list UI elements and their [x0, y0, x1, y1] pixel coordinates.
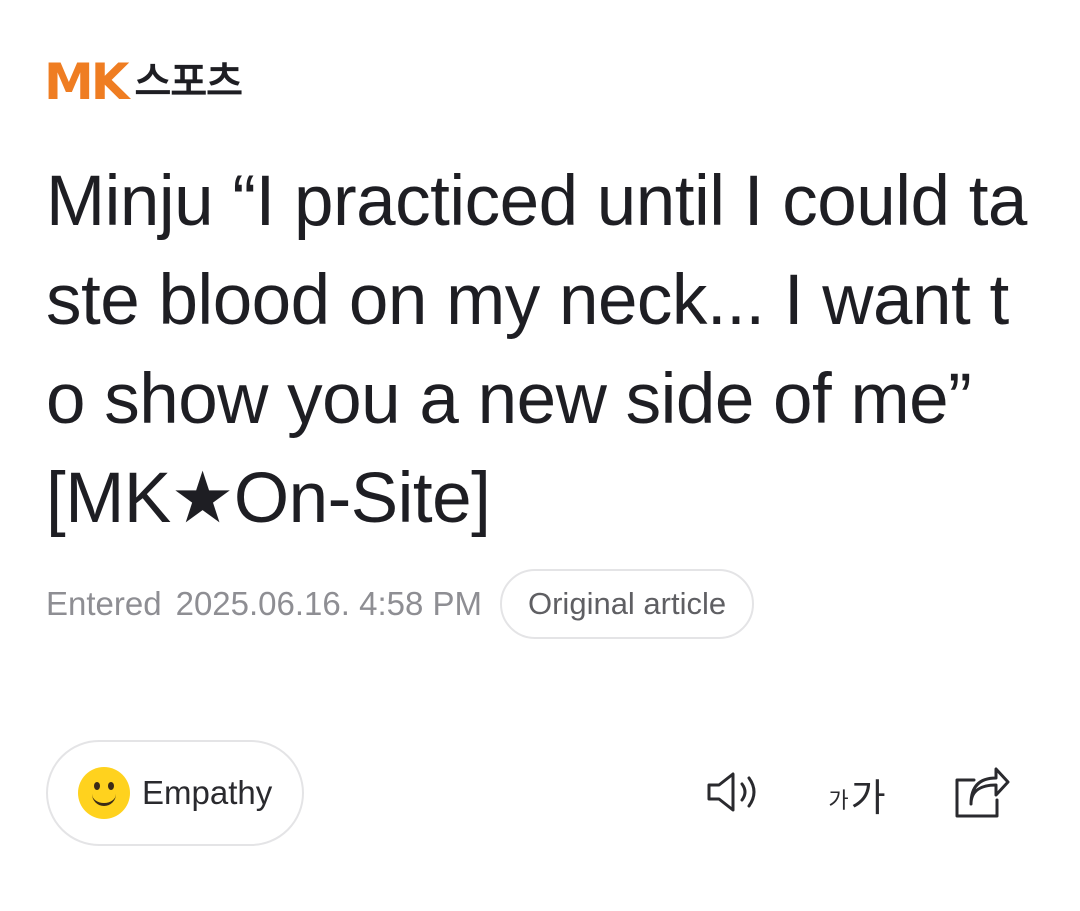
font-size-big-glyph: 가 [850, 775, 886, 820]
original-article-button[interactable]: Original article [500, 569, 755, 639]
article-headline: Minju “I practiced until I could taste b… [46, 162, 1027, 538]
entered-datetime: 2025.06.16. 4:58 PM [175, 585, 482, 622]
share-icon [950, 764, 1012, 825]
empathy-label: Empathy [142, 774, 273, 811]
entered-label: Entered [46, 585, 162, 622]
font-size-small-glyph: 가 [828, 789, 849, 814]
speaker-icon [704, 767, 764, 822]
empathy-button[interactable]: Empathy [46, 740, 304, 846]
logo-section: 스포츠 [134, 59, 243, 105]
smiley-icon [78, 767, 130, 819]
site-logo[interactable]: MK 스포츠 [44, 53, 243, 111]
speaker-button[interactable] [704, 766, 764, 822]
logo-brand: MK [44, 53, 129, 111]
font-size-button[interactable]: 가 가 [820, 766, 894, 822]
share-button[interactable] [950, 766, 1012, 822]
article-meta: Entered 2025.06.16. 4:58 PM Original art… [46, 568, 755, 640]
